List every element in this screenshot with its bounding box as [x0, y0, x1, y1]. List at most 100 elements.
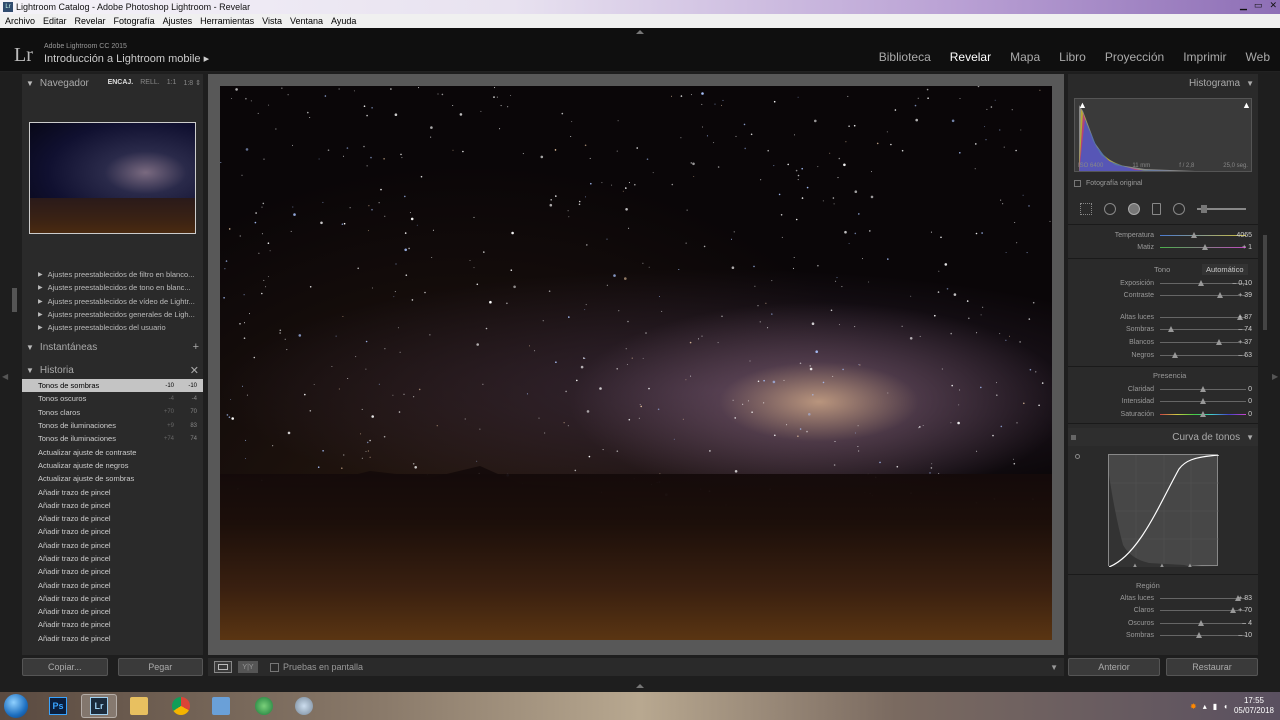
menu-vista[interactable]: Vista [262, 16, 282, 26]
history-item[interactable]: Añadir trazo de pincel [22, 592, 203, 605]
history-item[interactable]: Añadir trazo de pincel [22, 525, 203, 538]
history-item[interactable]: Tonos oscuros -4 -4 [22, 392, 203, 405]
module-libro[interactable]: Libro [1059, 50, 1086, 64]
slider-negros[interactable]: Negros – 63 [1068, 349, 1258, 361]
slider-claridad[interactable]: Claridad 0 [1068, 383, 1258, 395]
taskbar-explorer[interactable] [121, 694, 157, 718]
slider-track[interactable] [1160, 632, 1246, 639]
identity-plate-link[interactable]: Introducción a Lightroom mobile ▸ [44, 52, 209, 65]
spot-removal-icon[interactable] [1104, 203, 1116, 215]
module-biblioteca[interactable]: Biblioteca [879, 50, 931, 64]
paste-button[interactable]: Pegar [117, 658, 203, 676]
auto-tone-button[interactable]: Automático [1202, 264, 1248, 275]
before-after-button[interactable]: Y|Y [238, 661, 258, 673]
slider-oscuros[interactable]: Oscuros – 4 [1068, 617, 1258, 629]
add-snapshot-icon[interactable]: + [193, 341, 199, 353]
collapse-bottom-arrow-icon[interactable] [636, 684, 644, 688]
history-header[interactable]: ▼ Historia ✕ [22, 361, 203, 379]
radial-filter-icon[interactable] [1173, 203, 1185, 215]
network-icon[interactable]: ▮ [1213, 702, 1217, 711]
tone-curve-header[interactable]: Curva de tonos ▼ [1068, 428, 1258, 446]
tray-icon[interactable]: ▴ [1203, 702, 1207, 711]
slider-track[interactable] [1160, 607, 1246, 614]
history-item[interactable]: Tonos de iluminaciones +9 83 [22, 419, 203, 432]
module-mapa[interactable]: Mapa [1010, 50, 1040, 64]
slider-value[interactable]: + 87 [1238, 314, 1252, 321]
slider-knob[interactable] [1198, 279, 1205, 286]
slider-track[interactable] [1160, 619, 1246, 626]
history-item[interactable]: Actualizar ajuste de sombras [22, 472, 203, 485]
preset-folder[interactable]: ▶ Ajustes preestablecidos de vídeo de Lig… [22, 295, 203, 308]
history-item[interactable]: Tonos de iluminaciones +74 74 [22, 432, 203, 445]
slider-knob[interactable] [1195, 632, 1202, 639]
volume-icon[interactable]: ◖ [1223, 702, 1228, 711]
slider-track[interactable] [1160, 244, 1246, 250]
navigator-header[interactable]: ▼ Navegador ENCAJ. RELL. 1:1 1:8 ⇕ [22, 74, 203, 92]
left-scrollbar[interactable] [12, 288, 17, 312]
menu-revelar[interactable]: Revelar [75, 16, 106, 26]
menu-editar[interactable]: Editar [43, 16, 67, 26]
menu-herramientas[interactable]: Herramientas [200, 16, 254, 26]
previous-button[interactable]: Anterior [1068, 658, 1160, 676]
taskbar-app[interactable] [203, 694, 239, 718]
slider-knob[interactable] [1230, 607, 1237, 614]
slider-value[interactable]: + 39 [1238, 292, 1252, 299]
clock[interactable]: 17:55 05/07/2018 [1234, 696, 1274, 716]
collapse-left-arrow-icon[interactable]: ◀ [2, 372, 8, 381]
tray-icon[interactable]: ✸ [1190, 702, 1197, 711]
curve-split-handle-icon[interactable]: ▲ [1159, 563, 1165, 569]
slider-knob[interactable] [1200, 410, 1206, 417]
minimize-button[interactable]: ▁ [1240, 0, 1247, 11]
slider-track[interactable] [1160, 398, 1246, 405]
curve-split-handle-icon[interactable]: ▲ [1132, 563, 1138, 569]
module-web[interactable]: Web [1246, 50, 1270, 64]
history-item[interactable]: Añadir trazo de pincel [22, 605, 203, 618]
slider-value[interactable]: + 37 [1238, 339, 1252, 346]
reset-button[interactable]: Restaurar [1166, 658, 1258, 676]
crop-tool-icon[interactable] [1080, 203, 1092, 215]
slider-sombras[interactable]: Sombras – 10 [1068, 630, 1258, 642]
slider-blancos[interactable]: Blancos + 37 [1068, 336, 1258, 348]
histogram[interactable]: ▲ ▲ [1074, 98, 1252, 172]
checkbox[interactable] [1074, 180, 1081, 187]
menu-ajustes[interactable]: Ajustes [163, 16, 193, 26]
history-item[interactable]: Actualizar ajuste de contraste [22, 445, 203, 458]
slider-knob[interactable] [1168, 326, 1175, 333]
history-item[interactable]: Añadir trazo de pincel [22, 565, 203, 578]
slider-temperatura[interactable]: Temperatura 4065 [1068, 229, 1258, 241]
zoom-1-1[interactable]: 1:1 [167, 79, 177, 87]
slider-value[interactable]: – 10 [1238, 632, 1252, 639]
zoom-custom[interactable]: 1:8 ⇕ [183, 79, 201, 87]
panel-switch-icon[interactable] [1071, 434, 1076, 440]
graduated-filter-icon[interactable] [1152, 203, 1161, 215]
toolbar-menu-chevron-icon[interactable]: ▼ [1050, 663, 1058, 672]
menu-fotografia[interactable]: Fotografía [114, 16, 155, 26]
history-item[interactable]: Añadir trazo de pincel [22, 618, 203, 631]
slider-track[interactable] [1160, 338, 1246, 345]
slider-altas-luces[interactable]: Altas luces + 87 [1068, 311, 1258, 323]
slider-intensidad[interactable]: Intensidad 0 [1068, 396, 1258, 408]
softproof-checkbox[interactable] [270, 662, 279, 672]
slider-sombras[interactable]: Sombras – 74 [1068, 324, 1258, 336]
slider-matiz[interactable]: Matiz + 1 [1068, 242, 1258, 254]
slider-value[interactable]: – 0,10 [1233, 280, 1252, 287]
slider-value[interactable]: + 70 [1238, 607, 1252, 614]
slider-track[interactable] [1160, 410, 1246, 417]
slider-track[interactable] [1160, 385, 1246, 392]
collapse-top-arrow-icon[interactable] [636, 30, 644, 34]
menu-archivo[interactable]: Archivo [5, 16, 35, 26]
history-item[interactable]: Añadir trazo de pincel [22, 578, 203, 591]
slider-knob[interactable] [1217, 292, 1224, 298]
slider-value[interactable]: + 1 [1242, 244, 1252, 251]
taskbar-chrome[interactable] [163, 694, 199, 718]
preset-folder[interactable]: ▶ Ajustes preestablecidos generales de Li… [22, 308, 203, 321]
history-item[interactable]: Añadir trazo de pincel [22, 632, 203, 645]
slider-contraste[interactable]: Contraste + 39 [1068, 290, 1258, 302]
slider-knob[interactable] [1191, 231, 1198, 238]
history-item[interactable]: Añadir trazo de pincel [22, 499, 203, 512]
slider-value[interactable]: – 63 [1238, 352, 1252, 359]
red-eye-icon[interactable] [1128, 203, 1140, 215]
slider-value[interactable]: + 83 [1238, 595, 1252, 602]
zoom-fit[interactable]: ENCAJ. [108, 79, 134, 87]
slider-saturación[interactable]: Saturación 0 [1068, 408, 1258, 420]
